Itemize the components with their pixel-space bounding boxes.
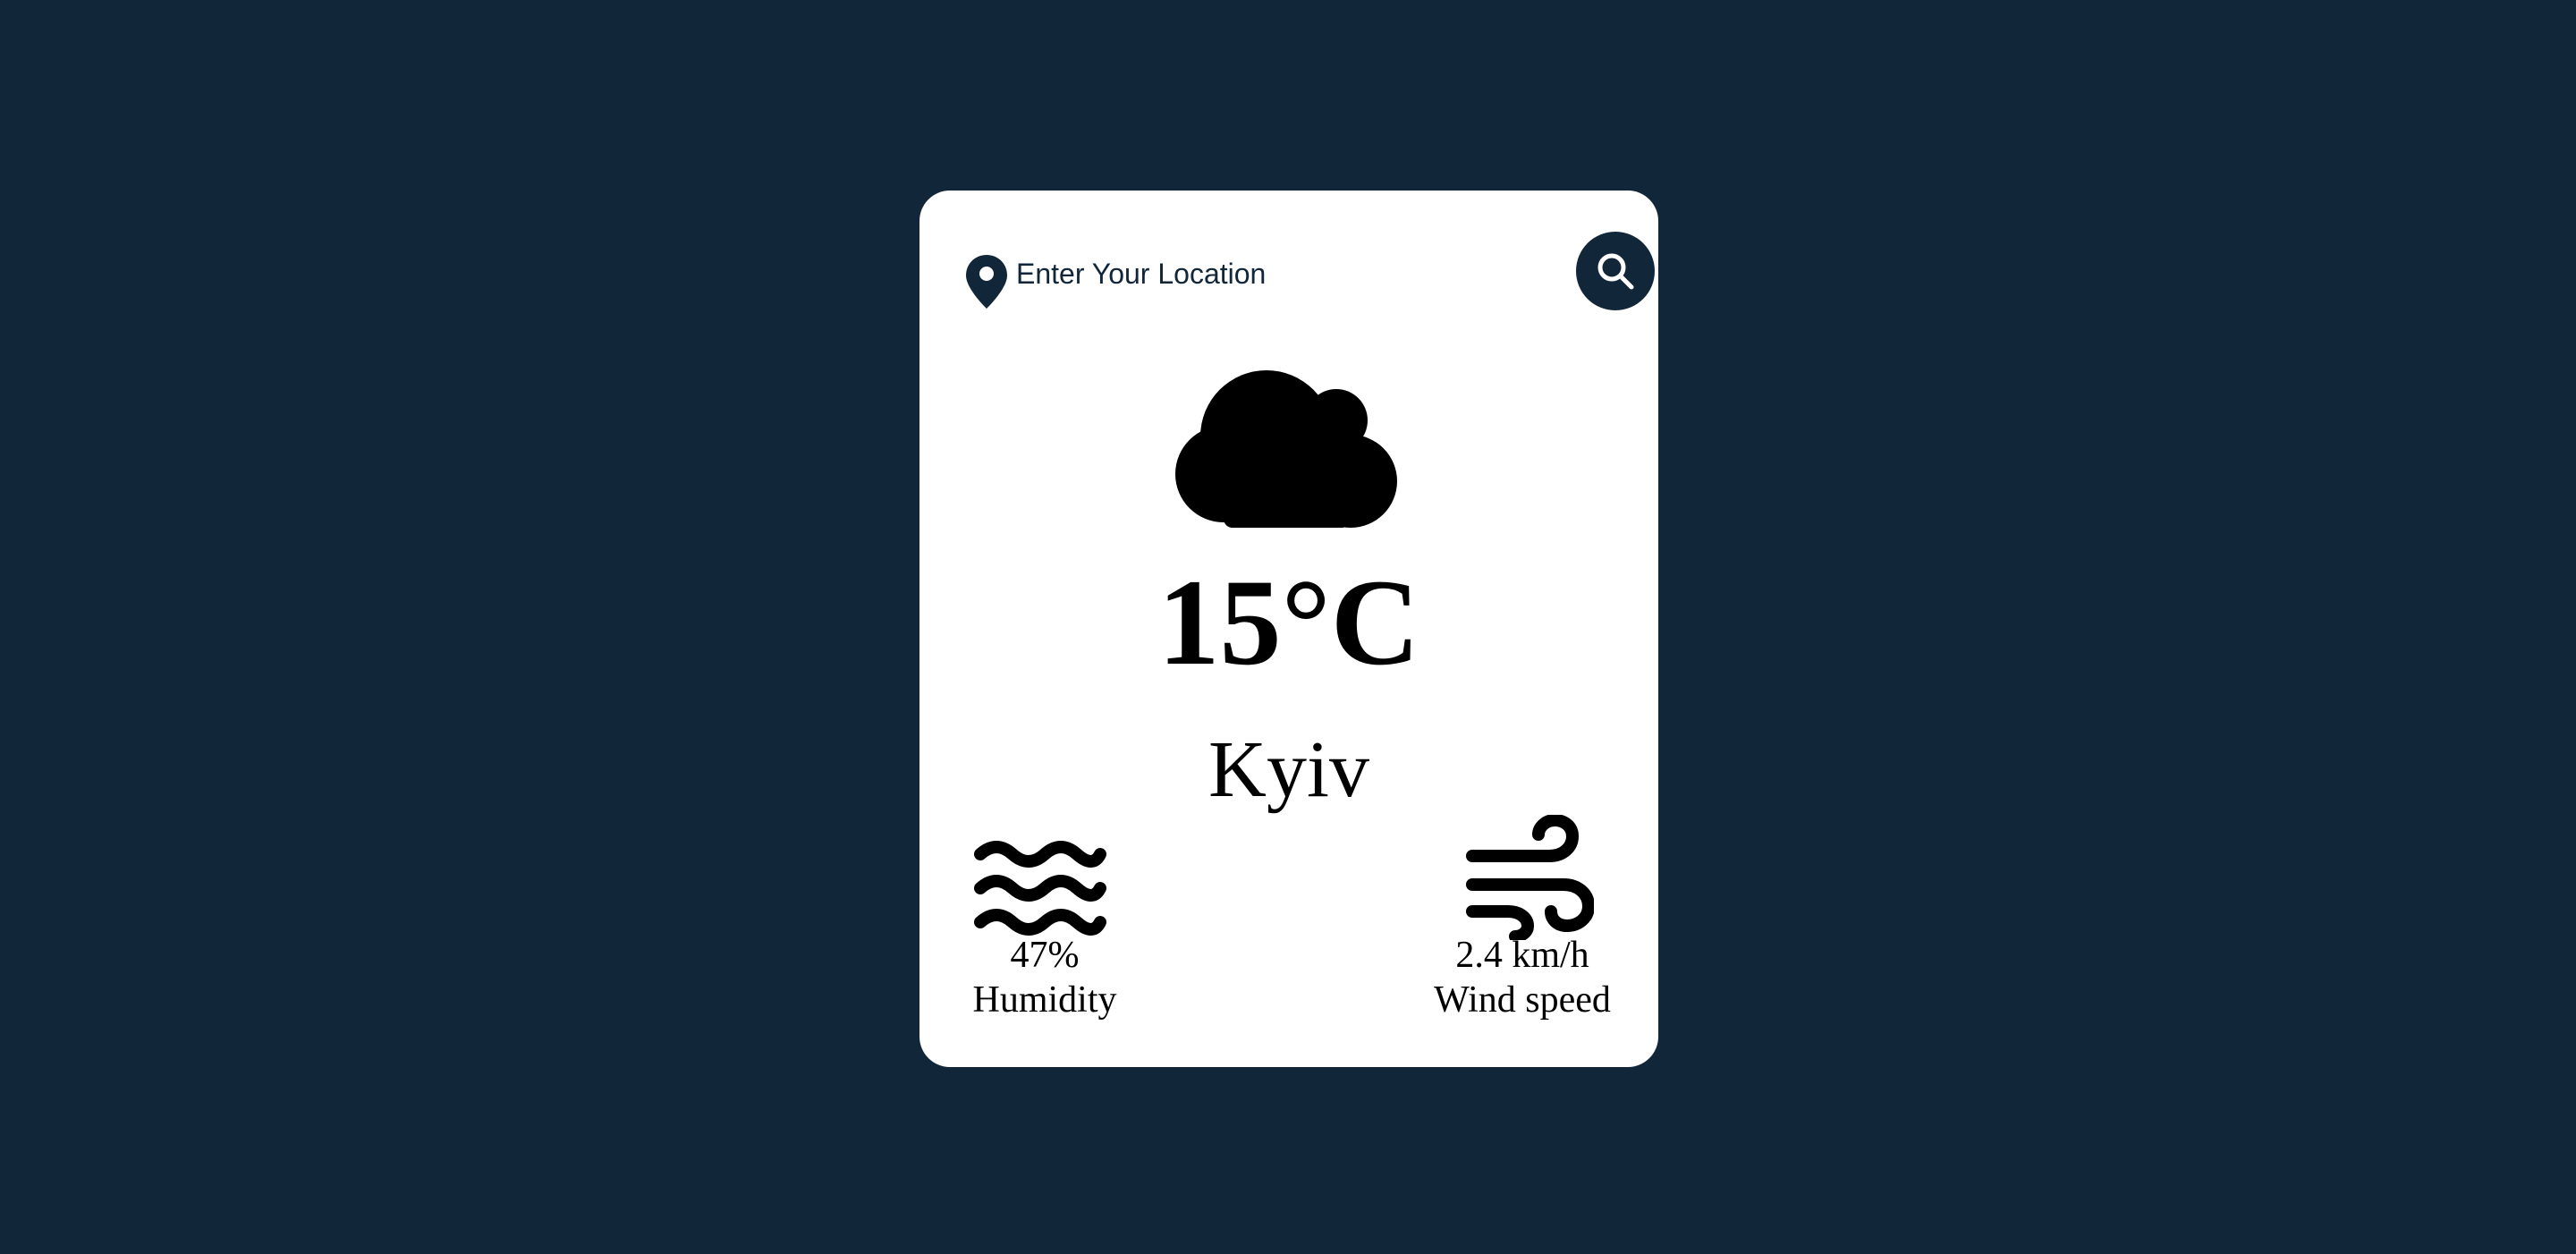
- humidity-value: 47%: [1010, 935, 1080, 976]
- wind-speed-value: 2.4 km/h: [1455, 935, 1589, 976]
- wind-icon: [1466, 815, 1594, 940]
- wind-section: 2.4 km/h Wind speed: [1424, 815, 1621, 1029]
- search-icon: [1597, 253, 1634, 290]
- humidity-label: Humidity: [972, 979, 1117, 1021]
- search-button[interactable]: [1576, 232, 1655, 310]
- location-input[interactable]: [1016, 251, 1481, 296]
- temperature: 15°C: [1157, 554, 1420, 691]
- search-bar: [964, 232, 1655, 312]
- location-pin-icon: [966, 255, 1007, 309]
- weather-card: 15°C Kyiv 47% Humidity 2.4 km/h Wind spe…: [919, 191, 1658, 1067]
- water-waves-icon: [974, 841, 1106, 936]
- city-name: Kyiv: [1208, 725, 1369, 814]
- cloud-icon: [1175, 370, 1397, 528]
- humidity-section: 47% Humidity: [946, 815, 1143, 1029]
- wind-speed-label: Wind speed: [1434, 979, 1611, 1021]
